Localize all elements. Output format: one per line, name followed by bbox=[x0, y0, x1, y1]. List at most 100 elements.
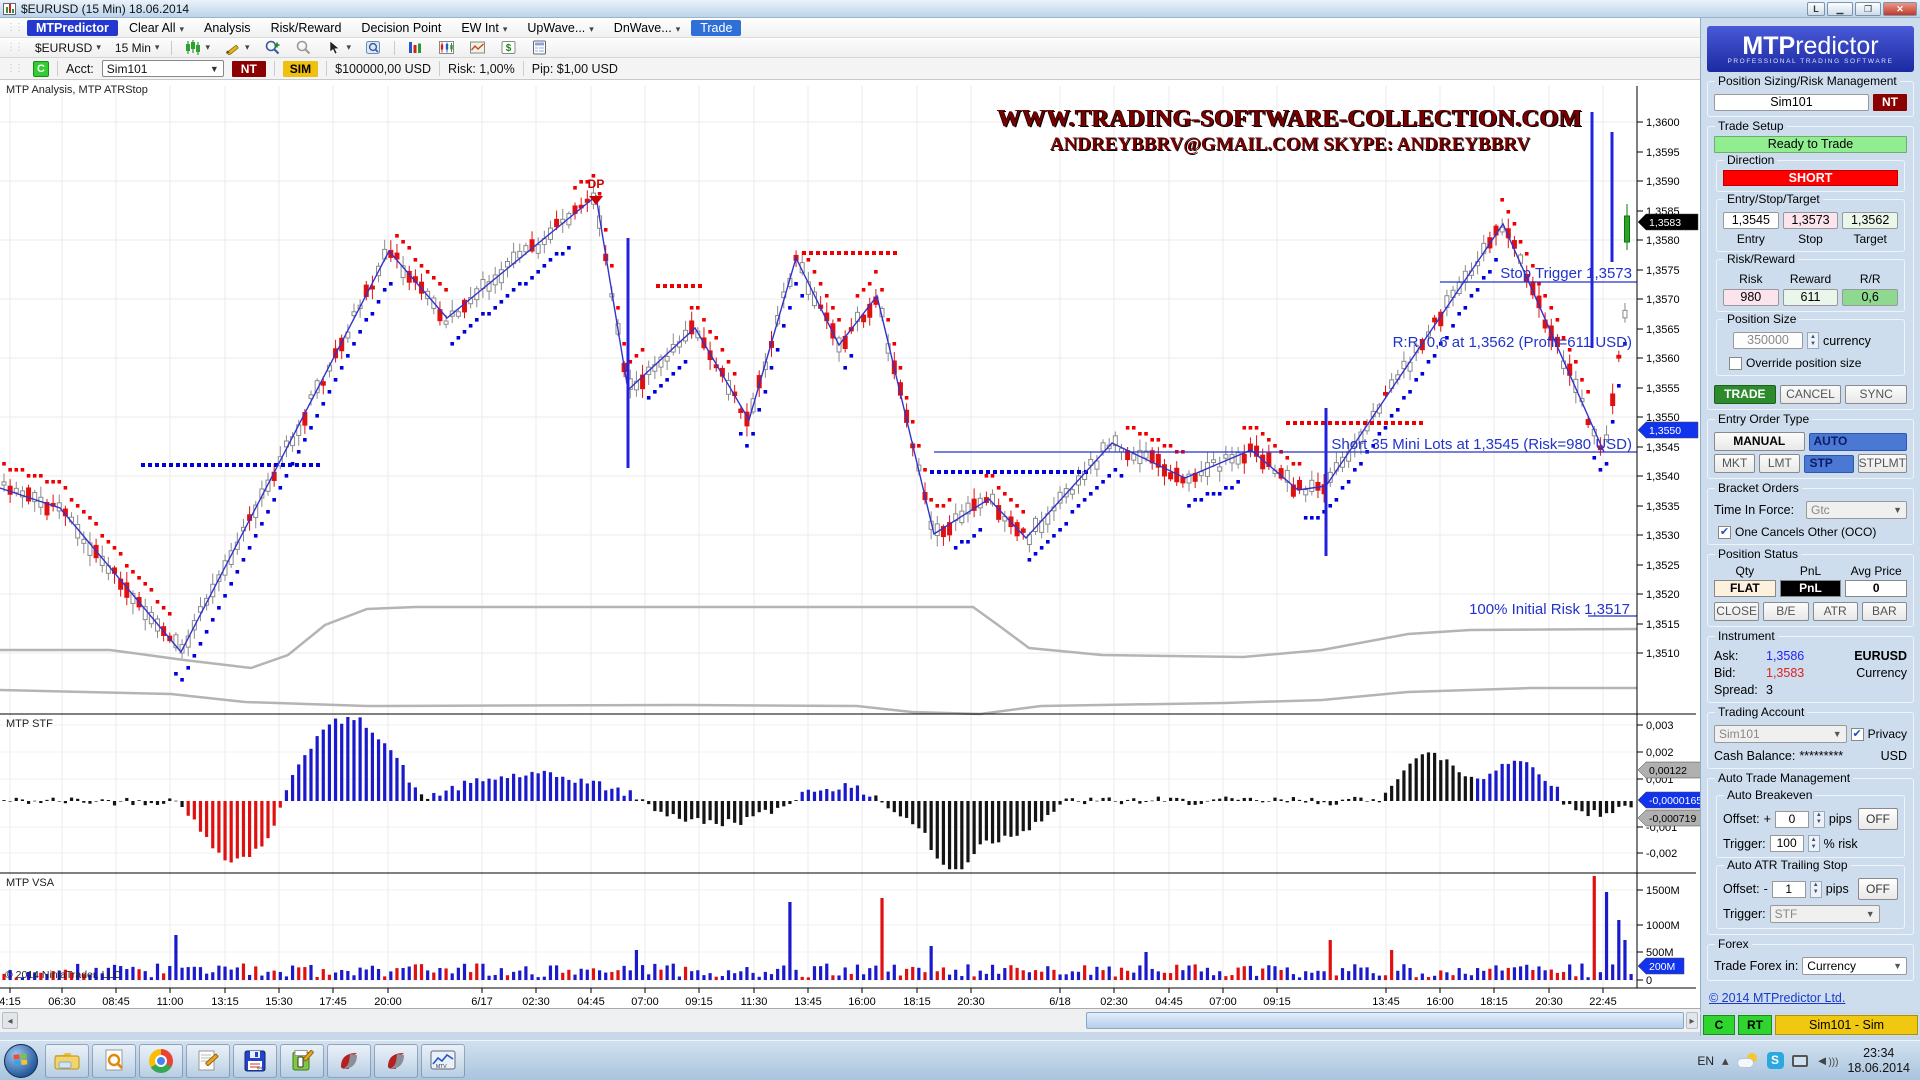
bar-button[interactable]: BAR bbox=[1862, 602, 1907, 621]
menu-item-analysis[interactable]: Analysis bbox=[195, 20, 260, 36]
zoom-window-button[interactable] bbox=[361, 40, 386, 55]
l-button[interactable]: L bbox=[1807, 2, 1825, 16]
mkt-button[interactable]: MKT bbox=[1714, 454, 1755, 473]
account-data-button[interactable]: $ bbox=[496, 40, 521, 55]
override-checkbox[interactable] bbox=[1729, 357, 1742, 370]
trade-button[interactable]: TRADE bbox=[1714, 385, 1776, 404]
ninjatrader-button[interactable] bbox=[327, 1044, 371, 1078]
close-button[interactable]: ✕ bbox=[1883, 2, 1917, 16]
pnl-value[interactable]: PnL bbox=[1780, 580, 1842, 597]
stf-bar bbox=[1132, 798, 1135, 801]
chart-trader-button[interactable] bbox=[434, 40, 459, 55]
explorer-button[interactable] bbox=[45, 1044, 89, 1078]
position-size-field[interactable]: 350000 bbox=[1733, 332, 1803, 349]
menu-item-mtpredictor[interactable]: MTPredictor bbox=[27, 20, 118, 36]
taskbar-clock[interactable]: 23:34 18.06.2014 bbox=[1847, 1046, 1916, 1076]
symbol-select[interactable]: $EURUSD▾ bbox=[31, 41, 105, 55]
scroll-right-arrow[interactable]: ▸ bbox=[1686, 1012, 1698, 1029]
atr-off-button[interactable]: OFF bbox=[1858, 878, 1898, 900]
sync-button[interactable]: SYNC bbox=[1845, 385, 1907, 404]
cursor-button[interactable]: ▾ bbox=[322, 40, 356, 55]
psm-nt-button[interactable]: NT bbox=[1873, 94, 1907, 111]
mtpredictor-copyright-link[interactable]: © 2014 MTPredictor Ltd. bbox=[1709, 991, 1845, 1005]
start-button[interactable] bbox=[4, 1044, 38, 1078]
tif-select[interactable]: Gtc▼ bbox=[1806, 501, 1907, 519]
entry-field[interactable]: 1,3545 bbox=[1723, 212, 1779, 229]
target-field[interactable]: 1,3562 bbox=[1842, 212, 1898, 229]
oco-checkbox[interactable] bbox=[1718, 526, 1731, 539]
auto-button[interactable]: AUTO bbox=[1809, 433, 1908, 451]
spinner-control[interactable]: ▲▼ bbox=[1810, 881, 1822, 898]
volume-icon[interactable]: ◄))) bbox=[1816, 1053, 1839, 1068]
indicators-button[interactable] bbox=[403, 40, 428, 55]
connection-indicator[interactable]: C bbox=[33, 61, 49, 77]
sim-button[interactable]: SIM bbox=[283, 61, 318, 77]
breakeven-offset-field[interactable]: 0 bbox=[1775, 811, 1809, 828]
menu-item-decision-point[interactable]: Decision Point bbox=[352, 20, 450, 36]
trading-account-select[interactable]: Sim101▼ bbox=[1714, 725, 1847, 743]
atr-stop-dot bbox=[935, 504, 939, 508]
psm-account-field[interactable]: Sim101 bbox=[1714, 94, 1869, 111]
editor-button[interactable] bbox=[280, 1044, 324, 1078]
save-button[interactable]: 64 bbox=[233, 1044, 277, 1078]
zoom-out-button[interactable] bbox=[291, 40, 316, 55]
menu-item-clear-all[interactable]: Clear All▾ bbox=[120, 20, 193, 36]
spinner-control[interactable]: ▲▼ bbox=[1813, 811, 1825, 828]
menu-item-trade[interactable]: Trade bbox=[691, 20, 741, 36]
notepad-icon bbox=[196, 1049, 220, 1073]
stop-field[interactable]: 1,3573 bbox=[1783, 212, 1839, 229]
menu-item-risk-reward[interactable]: Risk/Reward bbox=[262, 20, 351, 36]
breakeven-trigger-field[interactable]: 100 bbox=[1770, 835, 1804, 852]
mtp-workspace-button[interactable]: MTV bbox=[421, 1044, 465, 1078]
scroll-left-arrow[interactable]: ◂ bbox=[2, 1012, 18, 1029]
menu-item-dnwave[interactable]: DnWave...▾ bbox=[605, 20, 689, 36]
menu-item-ew-int[interactable]: EW Int▾ bbox=[452, 20, 516, 36]
draw-tool-button[interactable]: ▾ bbox=[220, 40, 254, 55]
notepad-button[interactable] bbox=[186, 1044, 230, 1078]
chart-scrollbar[interactable]: ◂ ▸ bbox=[0, 1008, 1700, 1032]
atr-trigger-select[interactable]: STF▼ bbox=[1770, 905, 1880, 923]
stplmt-button[interactable]: STPLMT bbox=[1858, 454, 1907, 473]
cancel-button[interactable]: CANCEL bbox=[1780, 385, 1842, 404]
chrome-button[interactable] bbox=[139, 1044, 183, 1078]
minimize-button[interactable]: ▁ bbox=[1827, 2, 1853, 16]
privacy-checkbox[interactable] bbox=[1851, 728, 1864, 741]
price-chart[interactable]: DP1,36001,35951,35901,35851,35801,35751,… bbox=[0, 80, 1700, 1008]
trade-forex-in-select[interactable]: Currency▼ bbox=[1802, 957, 1907, 975]
network-icon[interactable] bbox=[1792, 1055, 1808, 1067]
zoom-in-button[interactable] bbox=[260, 40, 285, 55]
account-select[interactable]: Sim101▼ bbox=[102, 60, 224, 77]
skype-icon[interactable]: S bbox=[1767, 1052, 1784, 1069]
stf-bar bbox=[340, 724, 343, 801]
ninjatrader-button-2[interactable] bbox=[374, 1044, 418, 1078]
maximize-button[interactable]: ❐ bbox=[1855, 2, 1881, 16]
stp-button[interactable]: STP bbox=[1804, 455, 1853, 473]
tray-expand-icon[interactable]: ▴ bbox=[1722, 1053, 1729, 1069]
language-indicator[interactable]: EN bbox=[1697, 1054, 1714, 1068]
snapshot-button[interactable] bbox=[465, 40, 490, 55]
chart-area[interactable]: DP1,36001,35951,35901,35851,35801,35751,… bbox=[0, 80, 1700, 1008]
stf-bar bbox=[408, 783, 411, 801]
nt-button[interactable]: NT bbox=[232, 61, 266, 77]
spinner-control[interactable]: ▲▼ bbox=[1807, 332, 1819, 349]
breakeven-button[interactable]: B/E bbox=[1763, 602, 1808, 621]
atr-stop-dot bbox=[696, 306, 700, 310]
lmt-button[interactable]: LMT bbox=[1759, 454, 1800, 473]
atr-offset-field[interactable]: 1 bbox=[1772, 881, 1806, 898]
stf-bar bbox=[610, 789, 613, 801]
order-grid-button[interactable] bbox=[527, 40, 552, 55]
search-button[interactable] bbox=[92, 1044, 136, 1078]
manual-button[interactable]: MANUAL bbox=[1714, 432, 1805, 451]
realtime-indicator[interactable]: RT bbox=[1738, 1015, 1772, 1035]
menu-item-upwave[interactable]: UpWave...▾ bbox=[518, 20, 602, 36]
breakeven-off-button[interactable]: OFF bbox=[1858, 808, 1898, 830]
interval-select[interactable]: 15 Min▾ bbox=[111, 41, 164, 55]
spinner-control[interactable]: ▲▼ bbox=[1808, 835, 1820, 852]
scrollbar-thumb[interactable] bbox=[1086, 1012, 1684, 1029]
volume-bar bbox=[144, 971, 147, 980]
close-position-button[interactable]: CLOSE bbox=[1714, 602, 1759, 621]
atr-button[interactable]: ATR bbox=[1813, 602, 1858, 621]
connection-indicator[interactable]: C bbox=[1703, 1015, 1735, 1035]
chart-style-button[interactable]: ▾ bbox=[180, 40, 214, 55]
weather-icon[interactable] bbox=[1737, 1053, 1759, 1069]
